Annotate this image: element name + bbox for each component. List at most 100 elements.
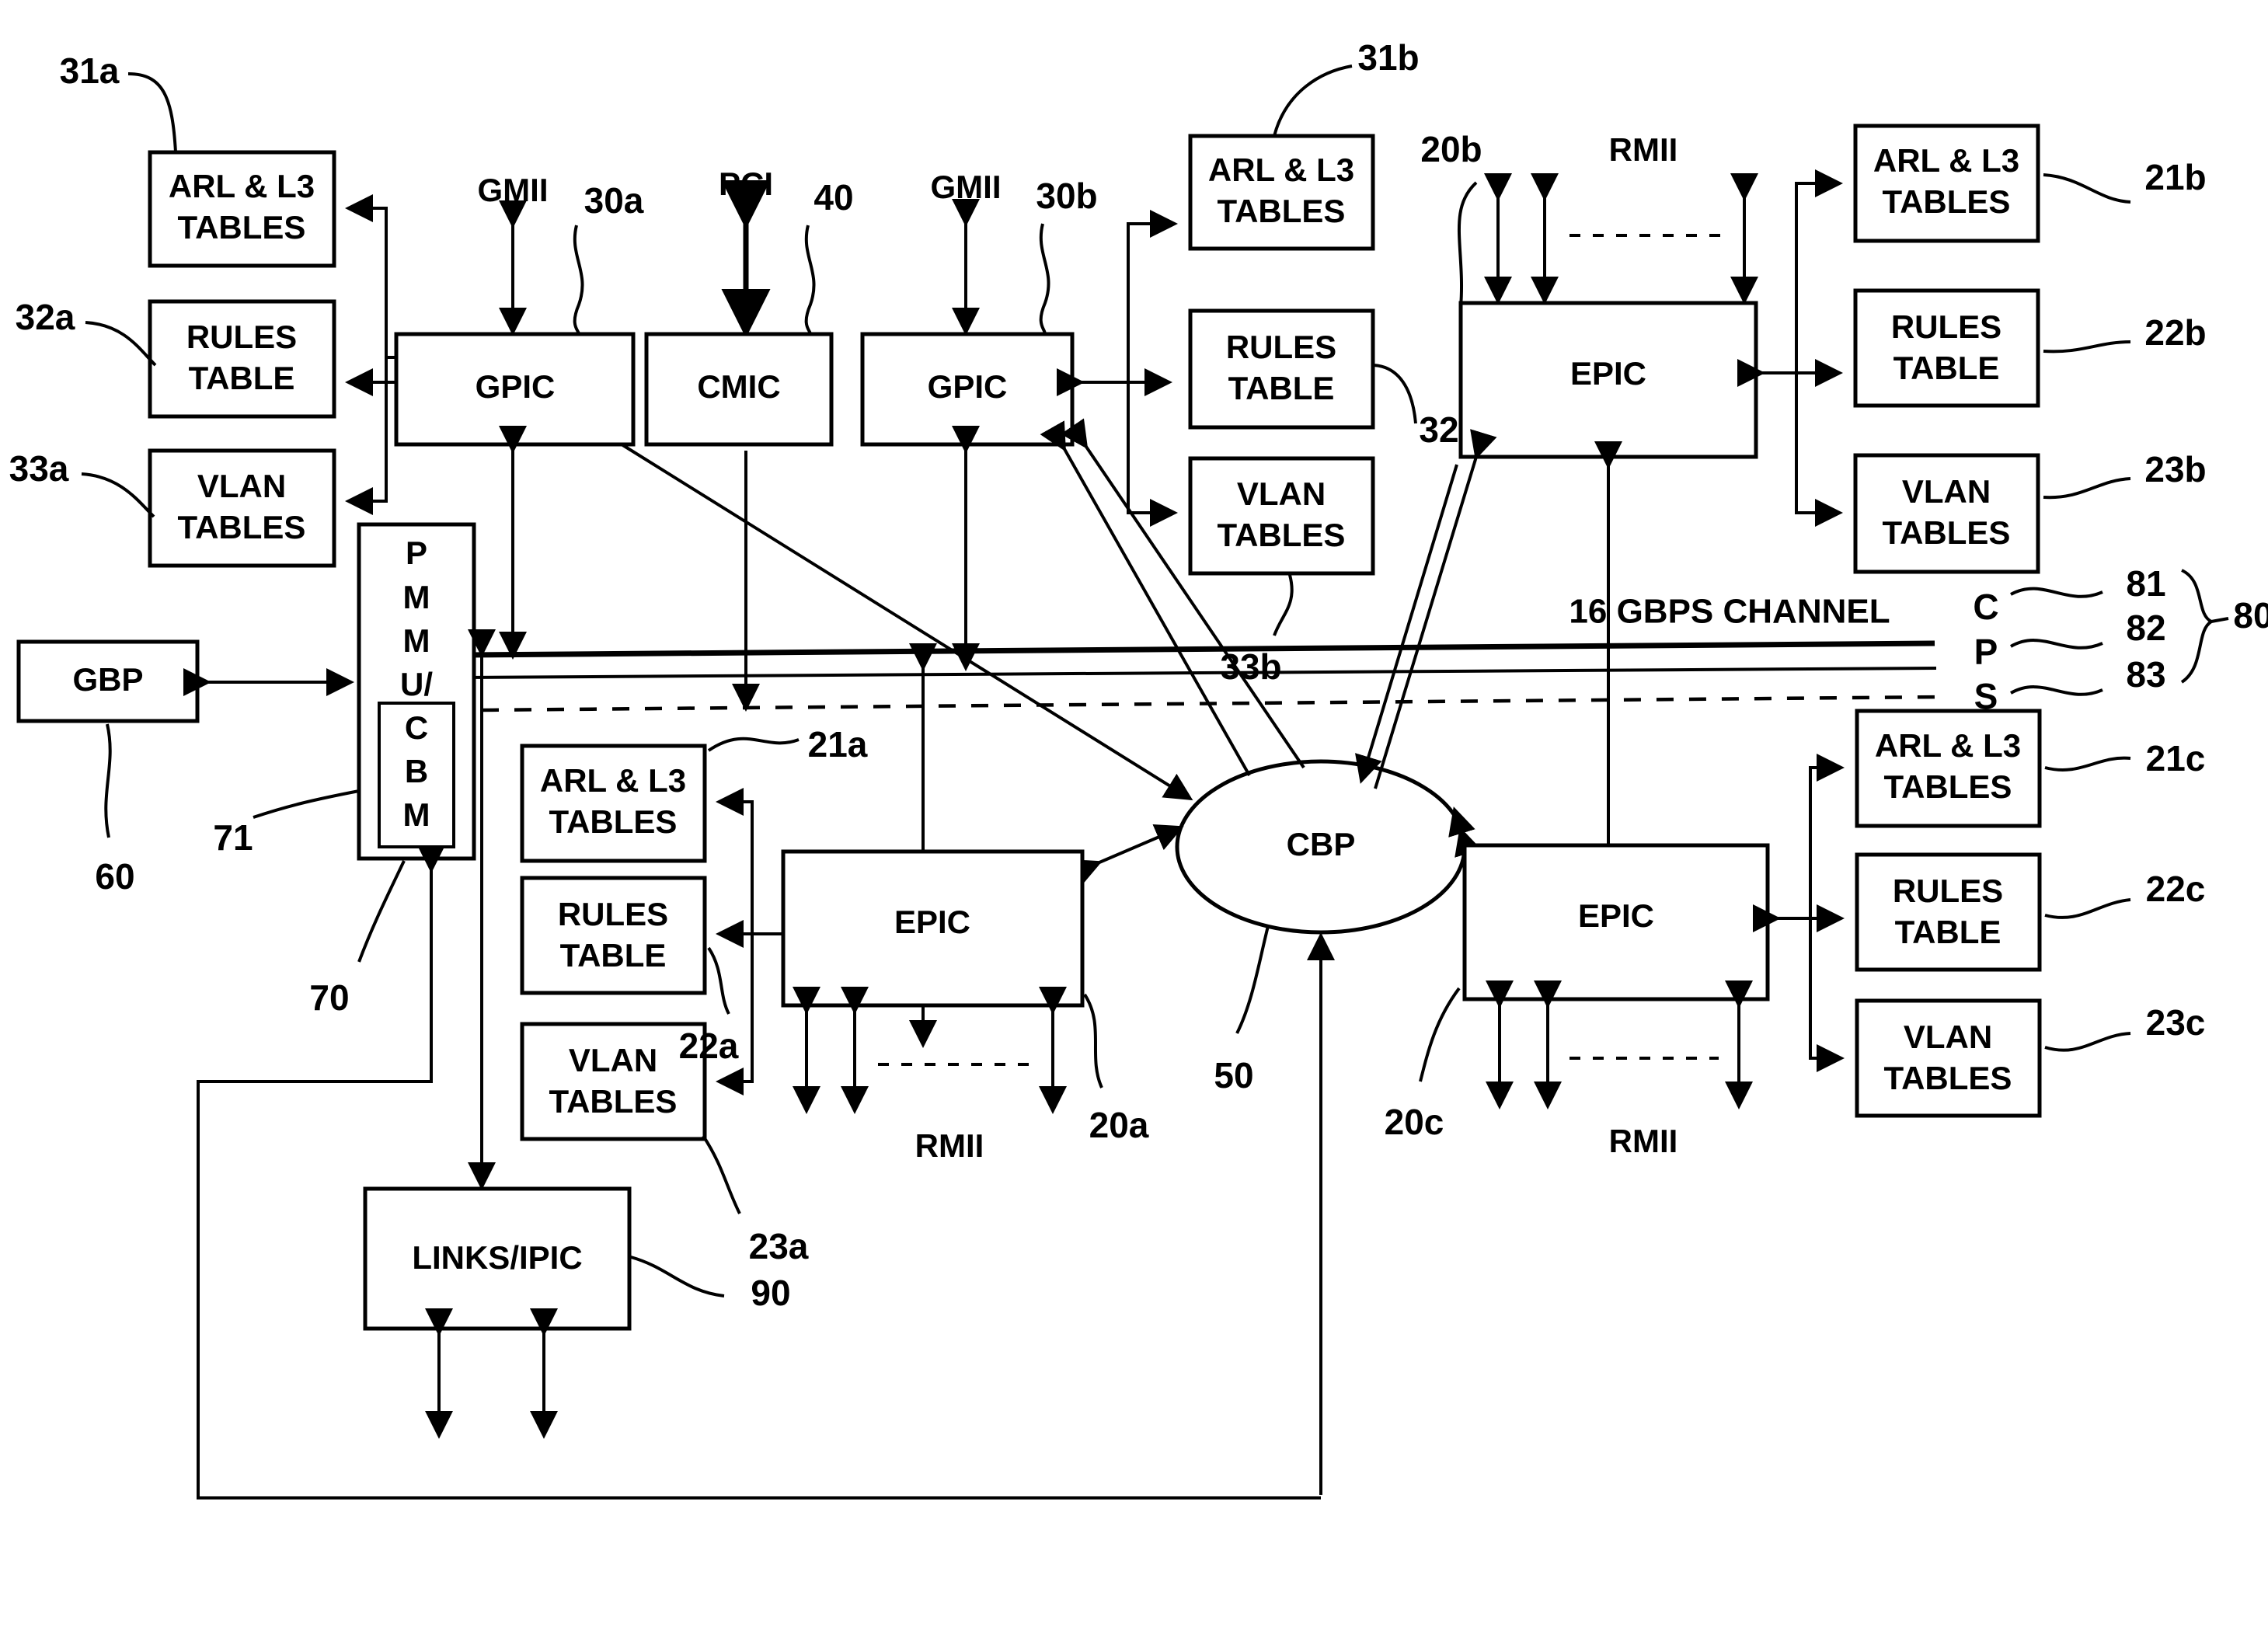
ref-33b: 33b (1220, 646, 1281, 687)
leader-21b (2043, 173, 2131, 204)
leader-21c (2044, 756, 2131, 772)
cbm-char-m: M (403, 796, 430, 833)
wire-gpicright-to-arl31b (1127, 210, 1178, 382)
arl-21c-line2: TABLES (1884, 768, 2012, 805)
leader-31b (1273, 64, 1353, 137)
label-gmii-left: GMII (478, 172, 549, 208)
ref-40: 40 (813, 177, 853, 218)
ref-83: 83 (2126, 654, 2165, 695)
label-rmii-mid-right: RMII (1609, 1123, 1678, 1159)
leader-23c (2044, 1032, 2131, 1052)
ref-81: 81 (2126, 563, 2165, 604)
rules-22a-line2: TABLE (560, 937, 667, 974)
wire-gpic-to-vlan33a (345, 208, 388, 515)
leader-20b (1458, 181, 1478, 308)
block-diagram: ARL & L3 TABLES RULES TABLE VLAN TABLES … (9, 37, 2268, 1499)
rules-32b-line2: TABLE (1228, 370, 1335, 406)
arl-31b-line1: ARL & L3 (1208, 152, 1354, 188)
leader-82 (2010, 639, 2103, 650)
ref-90: 90 (751, 1273, 790, 1313)
pmmu-char-p: P (406, 535, 427, 571)
vlan-23c-line1: VLAN (1904, 1019, 1992, 1055)
arl-31b-line2: TABLES (1218, 193, 1346, 229)
leader-90 (630, 1256, 725, 1297)
wire-epic20a-to-arl21a (716, 788, 754, 934)
leader-20c (1419, 987, 1461, 1082)
channel-letter-p: P (1974, 632, 1998, 672)
gpic-right-label: GPIC (928, 368, 1008, 405)
cbm-char-c: C (405, 709, 428, 746)
leader-30b (1039, 223, 1050, 335)
wire-gpicright-to-vlan33b (1127, 382, 1178, 527)
arl-21a-line2: TABLES (549, 803, 678, 840)
gpic-left-label: GPIC (476, 368, 556, 405)
ref-20b: 20b (1420, 129, 1482, 169)
channel-letter-c: C (1973, 587, 1998, 627)
vlan-23c-line2: TABLES (1884, 1060, 2012, 1096)
loopback-wire (197, 861, 1321, 1499)
leader-23b (2043, 477, 2131, 500)
links-ipic-label: LINKS/IPIC (412, 1239, 582, 1276)
arl-21b-line2: TABLES (1883, 183, 2011, 220)
leader-50 (1235, 925, 1270, 1034)
leader-33a (81, 472, 155, 518)
ref-23a: 23a (749, 1226, 809, 1266)
rules-22b-line1: RULES (1891, 308, 2001, 345)
label-gmii-right: GMII (931, 169, 1002, 205)
ref-30a: 30a (584, 180, 644, 221)
arl-21b-line1: ARL & L3 (1873, 142, 2019, 179)
leader-71 (253, 789, 360, 819)
epic-20c-label: EPIC (1578, 897, 1654, 934)
leader-83 (2010, 685, 2103, 696)
ref-20a: 20a (1089, 1105, 1149, 1145)
wire-gpicleft-to-cbp (620, 443, 1193, 801)
leader-32b (1373, 364, 1417, 424)
epic-20b-label: EPIC (1570, 355, 1646, 392)
cbp-label: CBP (1287, 826, 1356, 862)
pmmu-char-m1: M (403, 579, 430, 615)
leader-22c (2044, 898, 2131, 919)
label-pci: PCI (719, 165, 773, 202)
label-rmii-top-right: RMII (1609, 131, 1678, 168)
rules-22a-line1: RULES (558, 896, 668, 932)
ref-50: 50 (1214, 1055, 1253, 1095)
ref-82: 82 (2126, 608, 2165, 648)
pmmu-char-m2: M (403, 622, 430, 659)
ref-30b: 30b (1036, 176, 1097, 216)
ref-31b: 31b (1357, 37, 1419, 78)
pmmu-char-u: U/ (400, 666, 433, 702)
ref-21c: 21c (2146, 738, 2206, 778)
leader-32a (85, 321, 157, 367)
gbp-label: GBP (72, 661, 143, 698)
rules-22c-line1: RULES (1893, 873, 2003, 909)
leader-40 (804, 225, 816, 335)
leader-21a (707, 737, 800, 752)
cbm-char-b: B (405, 753, 428, 789)
ref-80: 80 (2233, 595, 2268, 636)
wire-gpic-to-arl31a (345, 194, 396, 359)
arl-31a-line1: ARL & L3 (169, 168, 315, 204)
wire-epic20b-to-vlan23b (1795, 373, 1843, 527)
leader-20a (1083, 993, 1103, 1088)
vlan-23a-line1: VLAN (569, 1042, 657, 1078)
vlan-33a-line1: VLAN (197, 468, 286, 504)
leader-23a (702, 1134, 741, 1214)
ref-32a: 32a (16, 297, 75, 337)
rules-22b-line2: TABLE (1893, 350, 2000, 386)
vlan-23b-line2: TABLES (1883, 514, 2011, 551)
bracket-80-stem (2211, 617, 2229, 623)
vlan-23b-line1: VLAN (1902, 473, 1991, 510)
ref-21b: 21b (2144, 157, 2206, 197)
label-16gbps-channel: 16 GBPS CHANNEL (1569, 593, 1890, 631)
rules-22c-line2: TABLE (1895, 914, 2001, 950)
arl-31a-line2: TABLES (178, 209, 306, 246)
leader-33b (1273, 574, 1294, 636)
vlan-33a-line2: TABLES (178, 509, 306, 545)
channel-line-p (464, 667, 1937, 679)
leader-30a (573, 225, 584, 335)
vlan-33b-line2: TABLES (1218, 517, 1346, 553)
leader-70 (357, 860, 406, 963)
vlan-23a-line2: TABLES (549, 1083, 678, 1120)
arl-21a-line1: ARL & L3 (540, 762, 686, 799)
ref-60: 60 (95, 856, 134, 897)
